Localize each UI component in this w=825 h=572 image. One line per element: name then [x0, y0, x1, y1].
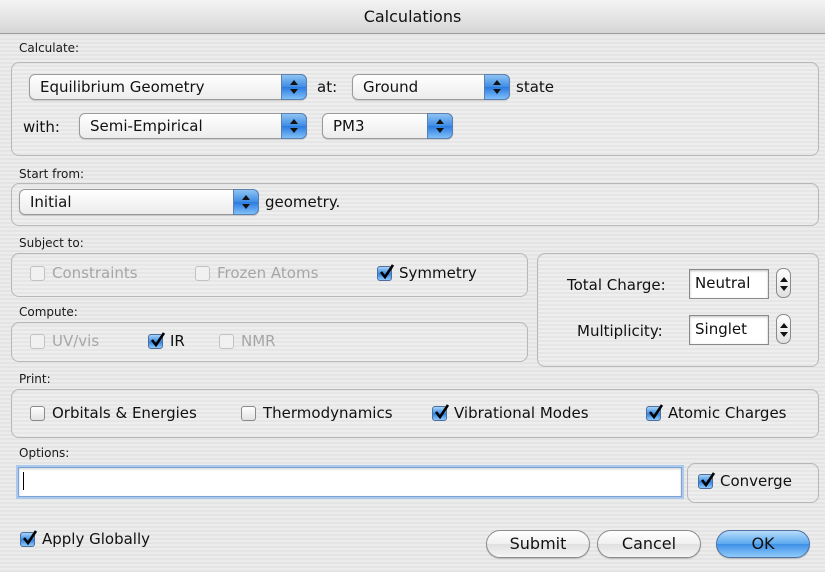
popup-arrows-icon [281, 113, 307, 139]
total-charge-field[interactable]: Neutral [689, 269, 769, 299]
options-input[interactable] [18, 467, 682, 497]
converge-checkbox[interactable] [698, 472, 716, 489]
calculate-label: Calculate: [19, 41, 80, 55]
popup-arrows-icon [427, 113, 453, 139]
basis-popup-value: PM3 [333, 117, 365, 135]
total-charge-stepper[interactable] [776, 268, 791, 298]
state-popup-value: Ground [363, 78, 419, 96]
checkmark-icon [434, 404, 450, 420]
atomic-charges-label: Atomic Charges [668, 404, 787, 422]
checkmark-icon [22, 530, 38, 546]
stepper-arrows-icon [780, 323, 788, 337]
popup-arrows-icon [484, 74, 510, 100]
state-suffix: state [516, 78, 554, 96]
compute-label: Compute: [19, 305, 78, 319]
options-label: Options: [19, 446, 70, 460]
symmetry-checkbox[interactable] [377, 264, 395, 281]
total-charge-label: Total Charge: [567, 276, 666, 294]
uvvis-label: UV/vis [52, 332, 100, 350]
apply-globally-checkbox[interactable] [20, 530, 38, 547]
thermodynamics-checkbox[interactable] [241, 406, 256, 421]
frozen-atoms-label: Frozen Atoms [217, 264, 319, 282]
multiplicity-field[interactable]: Singlet [689, 315, 769, 345]
atomic-charges-checkbox[interactable] [646, 404, 664, 421]
subject-to-label: Subject to: [19, 236, 84, 250]
apply-globally-label: Apply Globally [42, 530, 151, 548]
checkmark-icon [150, 332, 166, 348]
vibrational-modes-label: Vibrational Modes [454, 404, 589, 422]
constraints-label: Constraints [52, 264, 138, 282]
cancel-button[interactable]: Cancel [597, 530, 701, 558]
orbitals-label: Orbitals & Energies [52, 404, 197, 422]
multiplicity-label: Multiplicity: [577, 322, 663, 340]
state-popup[interactable]: Ground [352, 74, 510, 100]
ir-label: IR [170, 332, 185, 350]
constraints-checkbox[interactable] [30, 266, 45, 281]
multiplicity-stepper[interactable] [776, 314, 791, 344]
popup-arrows-icon [233, 189, 259, 215]
nmr-checkbox[interactable] [219, 334, 234, 349]
text-caret [23, 472, 24, 490]
stepper-arrows-icon [780, 277, 788, 291]
uvvis-checkbox[interactable] [30, 334, 45, 349]
thermodynamics-label: Thermodynamics [263, 404, 393, 422]
converge-label: Converge [720, 472, 792, 490]
submit-button[interactable]: Submit [486, 530, 590, 558]
window-title: Calculations [363, 7, 462, 26]
start-geometry-popup-value: Initial [30, 193, 72, 211]
frozen-atoms-checkbox[interactable] [195, 266, 210, 281]
popup-arrows-icon [281, 74, 307, 100]
start-geometry-popup[interactable]: Initial [19, 189, 259, 215]
symmetry-label: Symmetry [399, 264, 477, 282]
print-label: Print: [19, 372, 51, 386]
checkmark-icon [648, 404, 664, 420]
ok-button[interactable]: OK [716, 530, 810, 558]
method-popup-value: Semi-Empirical [90, 117, 203, 135]
method-popup[interactable]: Semi-Empirical [79, 113, 307, 139]
task-popup-value: Equilibrium Geometry [40, 78, 205, 96]
geometry-suffix: geometry. [265, 193, 341, 211]
vibrational-modes-checkbox[interactable] [432, 404, 450, 421]
ir-checkbox[interactable] [148, 332, 166, 349]
basis-popup[interactable]: PM3 [322, 113, 453, 139]
task-popup[interactable]: Equilibrium Geometry [29, 74, 307, 100]
at-label: at: [317, 78, 338, 96]
start-from-label: Start from: [19, 167, 85, 181]
checkmark-icon [700, 472, 716, 488]
orbitals-checkbox[interactable] [30, 406, 45, 421]
window-title-bar: Calculations [0, 0, 825, 34]
with-label: with: [23, 118, 60, 136]
checkmark-icon [379, 264, 395, 280]
nmr-label: NMR [241, 332, 276, 350]
